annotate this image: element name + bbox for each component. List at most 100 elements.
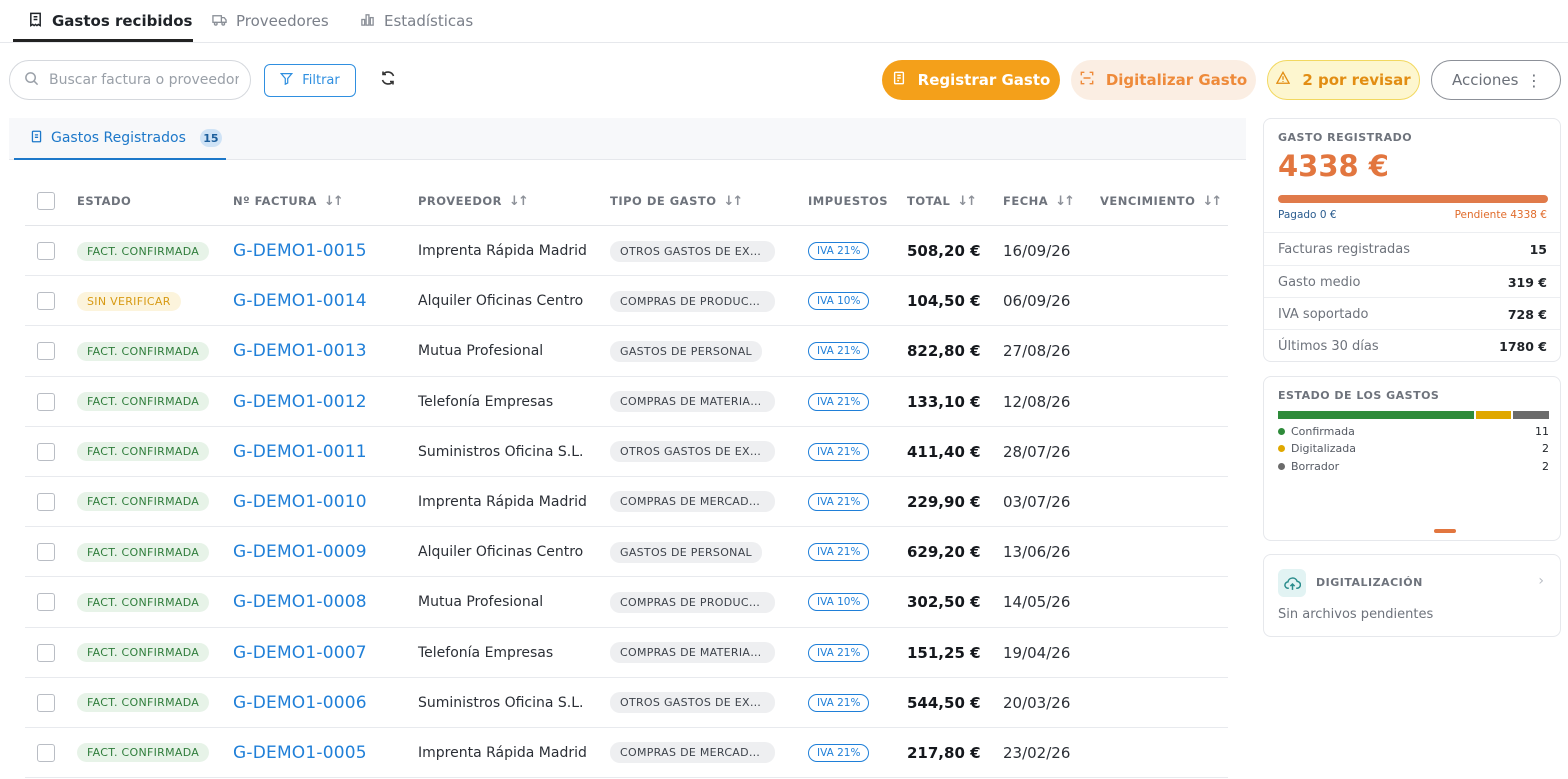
table-row[interactable]: FACT. CONFIRMADA G-DEMO1-0013 Mutua Prof… [25,326,1228,377]
invoice-link[interactable]: G-DEMO1-0010 [233,492,367,512]
tab-estadisticas[interactable]: Estadísticas [360,0,473,42]
filter-button[interactable]: Filtrar [264,64,356,97]
invoice-link[interactable]: G-DEMO1-0013 [233,341,367,361]
expense-summary-panel: GASTO REGISTRADO 4338 € Pagado 0 € Pendi… [1263,118,1561,362]
register-expense-button[interactable]: Registrar Gasto [882,60,1060,100]
date-cell: 27/08/26 [1003,326,1070,376]
header-tipo[interactable]: TIPO DE GASTO ↓↑ [610,176,743,226]
total-cell: 822,80 € [907,326,981,376]
header-vencimiento[interactable]: VENCIMIENTO ↓↑ [1100,176,1222,226]
table-row[interactable]: FACT. CONFIRMADA G-DEMO1-0008 Mutua Prof… [25,577,1228,628]
row-checkbox[interactable] [37,543,55,562]
table-row[interactable]: FACT. CONFIRMADA G-DEMO1-0011 Suministro… [25,427,1228,477]
table-row[interactable]: FACT. CONFIRMADA G-DEMO1-0007 Telefonía … [25,628,1228,678]
sort-icon[interactable]: ↓↑ [1202,194,1222,209]
digitize-expense-button[interactable]: Digitalizar Gasto [1071,60,1256,100]
invoice-link[interactable]: G-DEMO1-0014 [233,291,367,311]
header-factura[interactable]: Nº FACTURA ↓↑ [233,176,344,226]
status-distribution-bar [1278,411,1549,419]
select-all-checkbox[interactable] [37,192,55,210]
digitalization-status: Sin archivos pendientes [1278,607,1434,622]
invoice-cell: G-DEMO1-0010 [233,477,367,527]
invoice-link[interactable]: G-DEMO1-0012 [233,392,367,412]
pending-review-button[interactable]: 2 por revisar [1267,60,1420,100]
tax-cell: IVA 21% [808,477,870,527]
row-checkbox[interactable] [37,643,55,662]
tax-badge: IVA 21% [808,543,870,562]
row-checkbox[interactable] [37,693,55,712]
scan-icon [1080,71,1094,89]
provider-cell: Imprenta Rápida Madrid [418,477,587,527]
summary-title: GASTO REGISTRADO [1278,131,1413,144]
table-row[interactable]: FACT. CONFIRMADA G-DEMO1-0012 Telefonía … [25,377,1228,427]
stat-label: IVA soportado [1278,306,1369,322]
tab-gastos-recibidos[interactable]: Gastos recibidos [28,0,192,42]
table-row[interactable]: SIN VERIFICAR G-DEMO1-0014 Alquiler Ofic… [25,276,1228,327]
select-cell [37,326,55,376]
invoice-cell: G-DEMO1-0006 [233,678,367,728]
provider-cell: Telefonía Empresas [418,628,553,678]
date-cell: 03/07/26 [1003,477,1070,527]
expense-status-panel: ESTADO DE LOS GASTOS Confirmada 11 Digita… [1263,376,1561,541]
legend-label: Borrador [1291,460,1340,473]
invoice-link[interactable]: G-DEMO1-0009 [233,542,367,562]
invoice-date: 03/07/26 [1003,492,1071,511]
row-checkbox[interactable] [37,492,55,511]
carousel-page-indicator[interactable] [1434,529,1456,533]
total-cell: 629,20 € [907,527,981,577]
row-checkbox[interactable] [37,442,55,461]
sort-icon[interactable]: ↓↑ [1055,194,1075,209]
row-checkbox[interactable] [37,242,55,260]
provider-cell: Alquiler Oficinas Centro [418,276,583,326]
type-cell: OTROS GASTOS DE EXPLOTACIÓN [610,427,775,477]
tab-label: Gastos Registrados [51,130,186,146]
search-box[interactable] [9,60,251,100]
table-body: FACT. CONFIRMADA G-DEMO1-0015 Imprenta R… [25,226,1228,779]
search-input[interactable] [49,72,239,88]
sort-icon[interactable]: ↓↑ [324,194,344,209]
table-row[interactable]: FACT. CONFIRMADA G-DEMO1-0006 Suministro… [25,678,1228,728]
invoice-link[interactable]: G-DEMO1-0015 [233,241,367,261]
provider-name: Mutua Profesional [418,594,544,611]
tax-badge: IVA 21% [808,392,870,411]
stat-row: Gasto medio 319 € [1264,265,1560,298]
row-checkbox[interactable] [37,743,55,762]
tab-proveedores[interactable]: Proveedores [212,0,329,42]
provider-name: Suministros Oficina S.L. [418,443,584,460]
header-total[interactable]: TOTAL ↓↑ [907,176,977,226]
invoice-link[interactable]: G-DEMO1-0007 [233,643,367,663]
tab-label: Gastos recibidos [52,12,193,30]
row-checkbox[interactable] [37,342,55,361]
table-row[interactable]: FACT. CONFIRMADA G-DEMO1-0010 Imprenta R… [25,477,1228,528]
digitize-label: Digitalizar Gasto [1105,71,1248,89]
row-checkbox[interactable] [37,292,55,311]
type-cell: OTROS GASTOS DE EXPLOTACIÓN [610,226,775,276]
header-fecha[interactable]: FECHA ↓↑ [1003,176,1075,226]
sort-icon[interactable]: ↓↑ [957,194,977,209]
invoice-cell: G-DEMO1-0007 [233,628,367,678]
refresh-button[interactable] [378,70,398,90]
tax-cell: IVA 21% [808,628,870,678]
sort-icon[interactable]: ↓↑ [509,194,529,209]
header-estado: ESTADO [77,176,131,226]
row-checkbox[interactable] [37,593,55,612]
total-cell: 302,50 € [907,577,981,627]
count-badge: 15 [199,129,222,147]
invoice-link[interactable]: G-DEMO1-0005 [233,743,367,763]
invoice-date: 14/05/26 [1003,593,1071,612]
tab-gastos-registrados[interactable]: Gastos Registrados 15 [14,118,226,160]
invoice-link[interactable]: G-DEMO1-0011 [233,442,367,462]
table-row[interactable]: FACT. CONFIRMADA G-DEMO1-0015 Imprenta R… [25,226,1228,277]
digitalization-panel[interactable]: DIGITALIZACIÓN › Sin archivos pendientes [1263,554,1561,637]
table-row[interactable]: FACT. CONFIRMADA G-DEMO1-0009 Alquiler O… [25,527,1228,578]
actions-button[interactable]: Acciones ⋮ [1431,60,1561,100]
provider-name: Telefonía Empresas [418,644,554,661]
expense-type-tag: OTROS GASTOS DE EXPLOTACIÓN [610,240,775,262]
invoice-link[interactable]: G-DEMO1-0008 [233,592,367,612]
header-proveedor[interactable]: PROVEEDOR ↓↑ [418,176,529,226]
expense-type-tag: OTROS GASTOS DE EXPLOTACIÓN [610,441,775,463]
sort-icon[interactable]: ↓↑ [723,194,743,209]
table-row[interactable]: FACT. CONFIRMADA G-DEMO1-0005 Imprenta R… [25,728,1228,779]
row-checkbox[interactable] [37,392,55,411]
invoice-link[interactable]: G-DEMO1-0006 [233,693,367,713]
